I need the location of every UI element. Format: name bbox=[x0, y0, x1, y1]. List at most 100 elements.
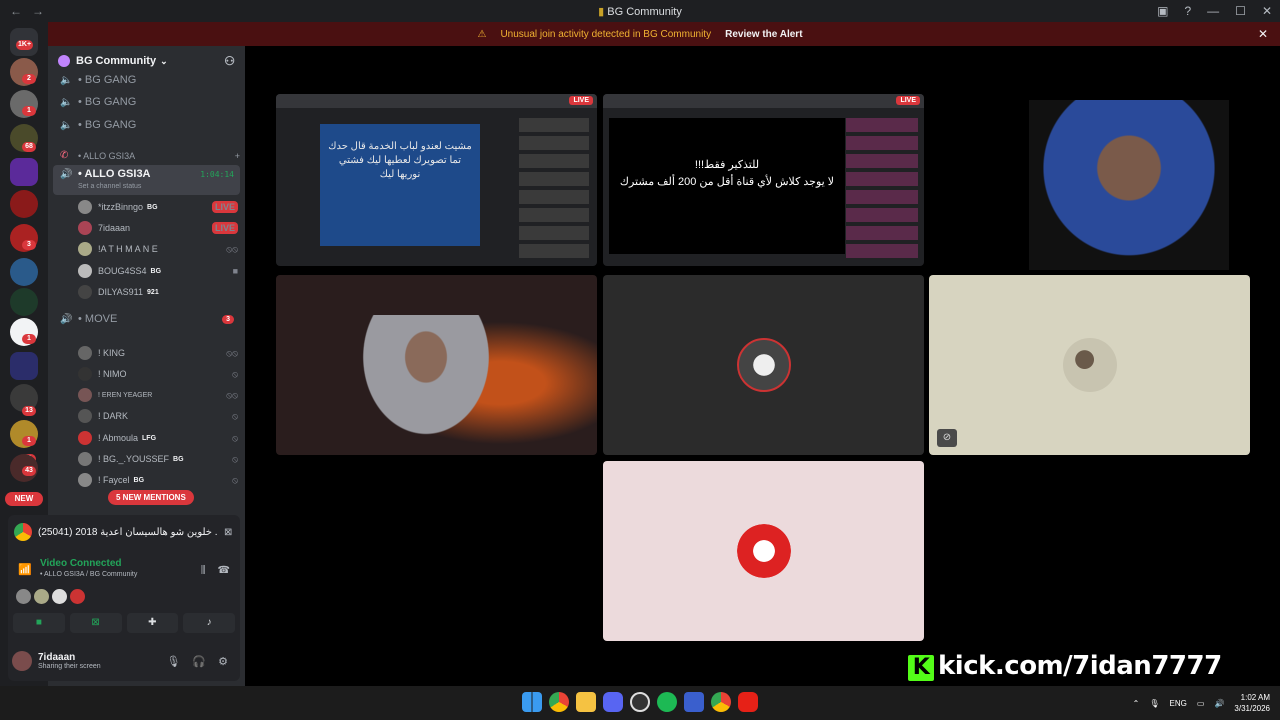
stop-stream-icon[interactable]: ⊠ bbox=[224, 527, 232, 538]
inbox-icon[interactable]: ▣ bbox=[1157, 4, 1168, 18]
voice-channel[interactable]: 🔊 • MOVE 3 bbox=[60, 313, 240, 325]
maximize-button[interactable]: ☐ bbox=[1235, 4, 1246, 18]
camera-tile[interactable] bbox=[276, 275, 597, 455]
server-badge: 13 bbox=[22, 406, 36, 416]
member-name: ! Abmoula bbox=[98, 433, 139, 443]
voice-channel[interactable]: 🔈 • BG GANG bbox=[60, 74, 240, 86]
gear-icon[interactable]: ⚙ bbox=[218, 655, 228, 668]
username: 7idaaan bbox=[38, 652, 76, 663]
screen-share-button[interactable]: ⊠ bbox=[69, 613, 122, 633]
alert-text: Unusual join activity detected in BG Com… bbox=[500, 28, 712, 40]
stream-tile[interactable]: للتذكير فقط!!! لا يوجد كلاش لأي قناة أقل… bbox=[603, 94, 924, 266]
close-window-button[interactable]: ✕ bbox=[1262, 4, 1272, 18]
app-icon[interactable] bbox=[684, 692, 704, 712]
server-icon[interactable] bbox=[10, 190, 38, 218]
stream-activity[interactable]: (25041) 2018 خلوين شو هالسيسان أعدية ...… bbox=[14, 521, 234, 543]
voice-channel[interactable]: 🔈 • BG GANG bbox=[60, 119, 240, 131]
close-alert-icon[interactable]: ✕ bbox=[1258, 27, 1268, 41]
member-row[interactable]: ! BG._.YOUSSEF BG ⦸ bbox=[78, 450, 238, 468]
chrome-icon[interactable] bbox=[549, 692, 569, 712]
volume-icon[interactable]: 🔊 bbox=[1214, 699, 1224, 708]
connection-status[interactable]: Video Connected bbox=[40, 558, 122, 569]
participant-tile[interactable] bbox=[603, 275, 924, 455]
screen-text: مشيت لعندو لباب الخدمة قال حدك تما تصوير… bbox=[328, 141, 472, 180]
channel-timer: 1:04:14 bbox=[200, 169, 234, 179]
channel-name: • MOVE bbox=[78, 313, 118, 325]
discord-icon[interactable] bbox=[603, 692, 623, 712]
voice-panel: (25041) 2018 خلوين شو هالسيسان أعدية ...… bbox=[8, 515, 240, 681]
participant-tile[interactable]: ⊘ bbox=[929, 275, 1250, 455]
streamer-camera bbox=[1029, 100, 1229, 270]
avatar[interactable] bbox=[12, 651, 32, 671]
member-row[interactable]: BOUG4SS4 BG ■ bbox=[78, 262, 238, 280]
member-tag: LFG bbox=[142, 434, 157, 442]
member-row[interactable]: 7idaaan LIVE bbox=[78, 219, 238, 237]
invite-people-icon[interactable]: ⚇ bbox=[224, 54, 235, 68]
member-row[interactable]: ! NIMO ⦸ bbox=[78, 365, 238, 383]
help-icon[interactable]: ? bbox=[1184, 4, 1191, 18]
microphone-icon[interactable]: 🎙 bbox=[166, 655, 180, 668]
member-row[interactable]: !A T H M A N E ⦸⦸ bbox=[78, 240, 238, 258]
member-row[interactable]: ! Abmoula LFG ⦸ bbox=[78, 429, 238, 447]
member-tag: BG bbox=[147, 203, 158, 211]
avatar bbox=[736, 524, 791, 578]
member-row[interactable]: *itzzBinngo BG LIVE bbox=[78, 198, 238, 216]
signal-icon[interactable]: 📶 bbox=[18, 563, 32, 576]
member-name: 7idaaan bbox=[98, 223, 131, 233]
language-indicator[interactable]: ENG bbox=[1170, 699, 1187, 708]
member-row[interactable]: ! EREN YEAGER ⦸⦸ bbox=[78, 386, 238, 404]
chevron-up-icon[interactable]: ⌃ bbox=[1133, 699, 1140, 708]
camera-button[interactable]: ■ bbox=[13, 613, 65, 633]
network-icon[interactable]: ▭ bbox=[1197, 699, 1205, 708]
guild-header[interactable]: BG Community ⌄ ⚇ bbox=[48, 46, 245, 76]
review-alert-link[interactable]: Review the Alert bbox=[725, 29, 802, 40]
chrome-icon bbox=[14, 523, 32, 541]
video-frame: مشيت لعندو لباب الخدمة قال حدك تما تصوير… bbox=[320, 124, 480, 246]
avatar bbox=[34, 589, 49, 604]
clock[interactable]: 1:02 AM 3/31/2026 bbox=[1234, 692, 1270, 714]
avatar bbox=[736, 338, 791, 392]
spotify-icon[interactable] bbox=[657, 692, 677, 712]
member-row[interactable]: DILYAS911 921 bbox=[78, 283, 238, 301]
server-badge: 1 bbox=[22, 106, 36, 116]
obs-icon[interactable] bbox=[630, 692, 650, 712]
category-header[interactable]: ✆ • ALLO GSI3A + bbox=[60, 150, 240, 161]
member-row[interactable]: ! Faycel BG ⦸ bbox=[78, 471, 238, 489]
stream-tile[interactable]: مشيت لعندو لباب الخدمة قال حدك تما تصوير… bbox=[276, 94, 597, 266]
soundboard-button[interactable]: ♪ bbox=[183, 613, 235, 633]
disconnect-icon[interactable]: ☎ bbox=[218, 565, 230, 576]
browser-toolbar bbox=[603, 94, 924, 108]
new-mentions-pill[interactable]: 5 NEW MENTIONS bbox=[108, 490, 194, 505]
server-badge: 3 bbox=[22, 240, 36, 250]
active-channel-row[interactable]: 🔊 • ALLO GSI3A 1:04:14 bbox=[60, 168, 240, 180]
server-icon[interactable] bbox=[10, 158, 38, 186]
add-channel-icon[interactable]: + bbox=[235, 151, 240, 161]
channel-status[interactable]: Set a channel status bbox=[78, 183, 258, 190]
camera-icon: ■ bbox=[232, 266, 238, 276]
avatar bbox=[78, 346, 92, 360]
server-icon[interactable] bbox=[10, 288, 38, 316]
guild-icon bbox=[58, 55, 70, 67]
member-row[interactable]: ! KING ⦸⦸ bbox=[78, 344, 238, 362]
chrome-icon[interactable] bbox=[711, 692, 731, 712]
chevron-down-icon: ⌄ bbox=[160, 55, 168, 66]
voice-channel[interactable]: 🔈 • BG GANG bbox=[60, 96, 240, 108]
noise-suppression-icon[interactable]: ⫼ bbox=[201, 565, 206, 576]
file-explorer-icon[interactable] bbox=[576, 692, 596, 712]
activities-button[interactable]: ✚ bbox=[126, 613, 179, 633]
camera-tile[interactable] bbox=[929, 94, 1250, 270]
server-icon[interactable] bbox=[10, 258, 38, 286]
microphone-icon[interactable]: 🎙 bbox=[1149, 699, 1159, 708]
minimize-button[interactable]: — bbox=[1207, 4, 1219, 18]
youtube-icon[interactable] bbox=[738, 692, 758, 712]
member-row[interactable]: ! DARK ⦸ bbox=[78, 407, 238, 425]
taskbar: ⌃ 🎙 ENG ▭ 🔊 1:02 AM 3/31/2026 bbox=[0, 686, 1280, 720]
forward-arrow-icon[interactable]: → bbox=[32, 4, 44, 18]
participant-tile[interactable] bbox=[603, 461, 924, 641]
back-arrow-icon[interactable]: ← bbox=[10, 4, 22, 18]
new-unreads-pill[interactable]: NEW bbox=[5, 492, 43, 506]
folder-icon[interactable] bbox=[10, 352, 38, 380]
headphones-icon[interactable]: 🎧 bbox=[192, 655, 206, 668]
category-name: • ALLO GSI3A bbox=[78, 150, 136, 161]
windows-start-icon[interactable] bbox=[522, 692, 542, 712]
